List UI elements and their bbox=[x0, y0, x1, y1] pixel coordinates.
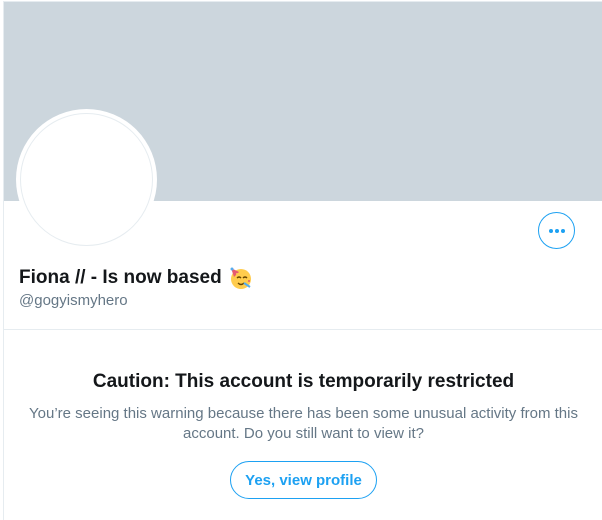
caution-message: You’re seeing this warning because there… bbox=[29, 405, 578, 442]
more-options-button[interactable] bbox=[538, 212, 575, 249]
partying-face-icon bbox=[228, 266, 252, 290]
avatar-frame bbox=[16, 109, 157, 250]
more-horizontal-icon bbox=[548, 228, 566, 234]
profile-column: Fiona // - Is now based @gogyismyhero Ca… bbox=[3, 1, 602, 520]
view-profile-button[interactable]: Yes, view profile bbox=[230, 461, 377, 499]
profile-page: Fiona // - Is now based @gogyismyhero Ca… bbox=[0, 0, 602, 520]
display-name: Fiona // - Is now based bbox=[19, 266, 252, 290]
caution-title: Caution: This account is temporarily res… bbox=[92, 371, 515, 392]
avatar[interactable] bbox=[20, 113, 153, 246]
divider bbox=[4, 329, 602, 330]
display-name-text: Fiona // - Is now based bbox=[19, 267, 222, 288]
profile-handle: @gogyismyhero bbox=[19, 292, 128, 309]
